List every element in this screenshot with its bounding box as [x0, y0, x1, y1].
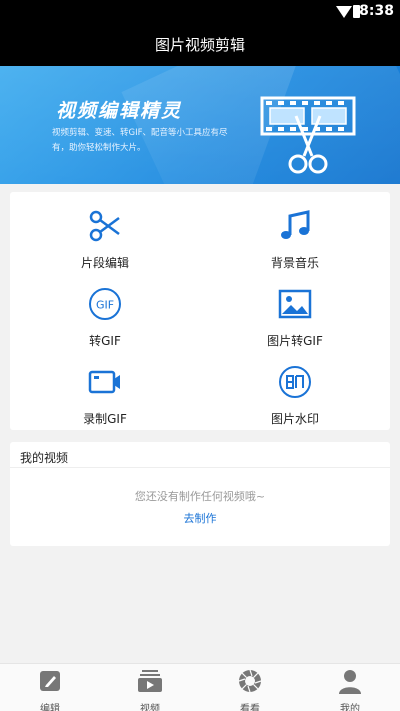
section-header: 我的视频 [10, 442, 390, 468]
wifi-icon [336, 6, 352, 18]
tab-label: 看看 [240, 704, 260, 711]
status-time: 8:38 [359, 3, 394, 19]
status-bar: 8:38 [0, 0, 400, 24]
feature-label: 图片转GIF [267, 334, 323, 348]
tab-label: 视频 [140, 704, 160, 711]
promo-banner[interactable]: 视频编辑精灵 视频剪辑、变速、转GIF、配音等小工具应有尽有，助你轻松制作大片。 [0, 66, 400, 184]
image-icon [278, 289, 312, 319]
tab-watch[interactable]: 看看 [200, 668, 300, 711]
my-videos-section: 我的视频 您还没有制作任何视频哦~ 去制作 [10, 442, 390, 546]
edit-icon [40, 671, 60, 691]
video-camera-icon [88, 370, 120, 394]
go-create-link[interactable]: 去制作 [10, 510, 390, 526]
empty-state-text: 您还没有制作任何视频哦~ [134, 490, 266, 503]
tab-edit[interactable]: 编辑 [0, 668, 100, 711]
feature-image-to-gif[interactable]: 图片转GIF [200, 286, 390, 349]
scissors-icon [89, 210, 120, 242]
bottom-tab-bar: 编辑 视频 看看 我的 [0, 663, 400, 711]
tab-mine[interactable]: 我的 [300, 668, 400, 711]
feature-label: 图片水印 [270, 412, 319, 426]
feature-to-gif[interactable]: GIF 转GIF [10, 286, 200, 349]
feature-record-gif[interactable]: 录制GIF [10, 364, 200, 427]
feature-label: 录制GIF [83, 412, 127, 426]
tab-label: 我的 [340, 704, 360, 711]
user-icon [339, 670, 361, 694]
feature-label: 背景音乐 [270, 256, 319, 270]
page-title: 图片视频剪辑 [0, 24, 400, 66]
feature-label: 转GIF [89, 334, 121, 348]
banner-title: 视频编辑精灵 [56, 100, 183, 122]
feature-label: 片段编辑 [80, 256, 129, 270]
feature-clip-edit[interactable]: 片段编辑 [10, 208, 200, 271]
feature-background-music[interactable]: 背景音乐 [200, 208, 390, 271]
banner-subtitle: 视频剪辑、变速、转GIF、配音等小工具应有尽有，助你轻松制作大片。 [52, 128, 228, 153]
feature-grid: 片段编辑 背景音乐 GIF 转GIF 图片转GIF 录制GIF 图片水印 [10, 192, 390, 430]
film-scissors-icon [260, 96, 356, 174]
video-list-icon [138, 670, 162, 692]
aperture-icon [238, 669, 262, 693]
svg-text:GIF: GIF [96, 299, 114, 312]
feature-image-watermark[interactable]: 图片水印 [200, 364, 390, 427]
watermark-icon [279, 366, 311, 398]
gif-icon: GIF [89, 288, 121, 320]
tab-video[interactable]: 视频 [100, 668, 200, 711]
tab-label: 编辑 [40, 704, 60, 711]
music-note-icon [281, 210, 310, 239]
